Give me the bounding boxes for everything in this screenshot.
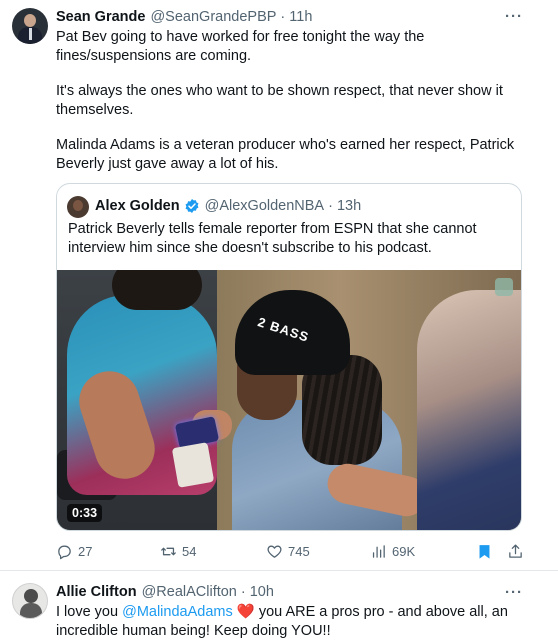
reply-author-handle[interactable]: @RealAClifton xyxy=(142,584,237,600)
reply-count: 27 xyxy=(78,543,93,559)
reply-button[interactable]: 27 xyxy=(56,541,92,561)
verified-badge-icon xyxy=(185,199,199,213)
retweet-button[interactable]: 54 xyxy=(160,541,196,561)
quoted-author-name[interactable]: Alex Golden xyxy=(95,198,180,214)
quoted-tweet[interactable]: Alex Golden @AlexGoldenNBA · 13h Patrick… xyxy=(56,183,522,531)
views-count: 69K xyxy=(392,543,416,559)
reply-author-name[interactable]: Allie Clifton xyxy=(56,584,137,600)
views-button[interactable]: 69K xyxy=(370,541,415,561)
reply-header: Allie Clifton @RealAClifton · 10h xyxy=(56,584,274,604)
views-chart-icon xyxy=(372,544,385,558)
share-button[interactable] xyxy=(507,541,524,561)
tweet-text-paragraph: It's always the ones who want to be show… xyxy=(56,83,503,118)
tweet-header: Sean Grande @SeanGrandePBP · 11h xyxy=(56,9,312,29)
more-options-icon[interactable]: ··· xyxy=(505,584,523,601)
like-count: 745 xyxy=(288,543,310,559)
quoted-author-avatar[interactable] xyxy=(67,196,89,218)
microphone-image xyxy=(171,442,215,488)
reply-tweet[interactable]: Allie Clifton @RealAClifton · 10h ··· I … xyxy=(0,572,558,640)
watermark-logo-icon xyxy=(495,278,513,296)
quoted-author-handle[interactable]: @AlexGoldenNBA xyxy=(205,198,325,214)
quoted-tweet-header: Alex Golden @AlexGoldenNBA · 13h xyxy=(95,198,361,214)
separator-dot: · xyxy=(280,9,286,25)
tweet-actions-bar: 27 54 745 69K xyxy=(56,541,524,561)
retweet-icon xyxy=(161,547,176,555)
tweet-text-paragraph: Malinda Adams is a veteran producer who'… xyxy=(56,137,515,172)
video-player[interactable]: 2 BASS 0:33 xyxy=(57,270,521,530)
red-heart-emoji: ❤️ xyxy=(236,604,255,620)
separator-dot: · xyxy=(240,584,246,600)
heart-icon xyxy=(267,545,282,558)
reply-author-avatar[interactable] xyxy=(12,583,48,619)
retweet-count: 54 xyxy=(182,543,197,559)
quoted-tweet-time[interactable]: 13h xyxy=(337,198,361,214)
tweet-time[interactable]: 11h xyxy=(289,9,312,25)
video-duration-badge: 0:33 xyxy=(67,504,103,522)
bookmark-icon xyxy=(479,544,490,559)
author-name[interactable]: Sean Grande xyxy=(56,9,145,25)
reply-text-start: I love you xyxy=(56,604,123,620)
reply-text: I love you @MalindaAdams ❤️ you ARE a pr… xyxy=(56,603,526,640)
like-button[interactable]: 745 xyxy=(266,541,310,561)
mention-link[interactable]: @MalindaAdams xyxy=(122,604,233,620)
share-icon xyxy=(509,543,522,558)
tweet[interactable]: Sean Grande @SeanGrandePBP · 11h ··· Pat… xyxy=(0,0,558,571)
reply-icon xyxy=(58,545,71,559)
bookmark-button[interactable] xyxy=(476,541,493,561)
tweet-text-paragraph: Pat Bev going to have worked for free to… xyxy=(56,29,425,64)
author-handle[interactable]: @SeanGrandePBP xyxy=(150,9,276,25)
separator-dot: · xyxy=(328,198,333,214)
more-options-icon[interactable]: ··· xyxy=(505,8,523,25)
author-avatar[interactable] xyxy=(12,8,48,44)
quoted-tweet-text: Patrick Beverly tells female reporter fr… xyxy=(68,221,477,256)
reply-time[interactable]: 10h xyxy=(250,584,274,600)
